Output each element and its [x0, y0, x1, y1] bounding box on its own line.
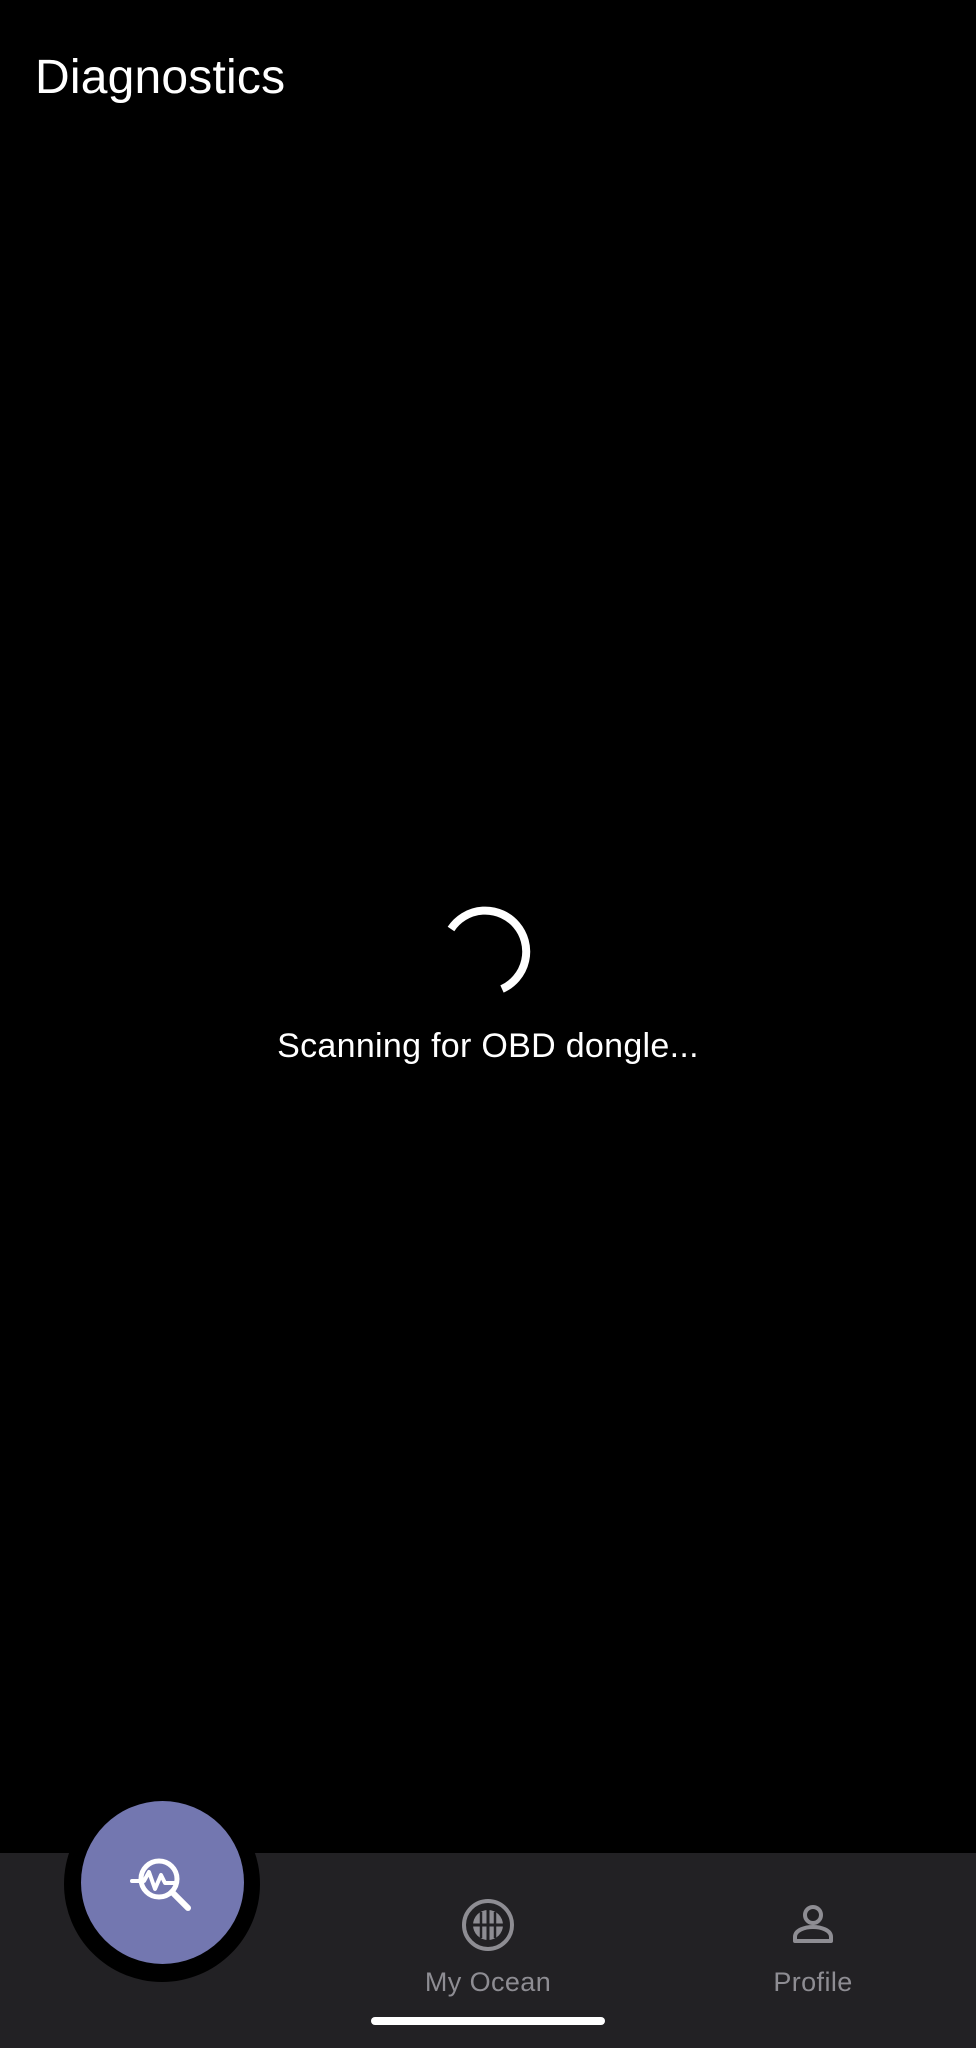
diagnostics-fab-button[interactable] [81, 1801, 244, 1964]
nav-label-profile: Profile [773, 1967, 853, 1997]
nav-label-my-ocean: My Ocean [424, 1967, 552, 1997]
person-icon [793, 1905, 833, 1943]
home-indicator[interactable] [371, 2017, 605, 2025]
scanning-indicator: Scanning for OBD dongle... [0, 905, 976, 1066]
nav-item-my-ocean[interactable]: My Ocean [388, 1895, 588, 1998]
nav-item-profile[interactable]: Profile [713, 1895, 913, 1998]
diagnostics-screen: Diagnostics Scanning for OBD dongle... M… [0, 0, 976, 2048]
ocean-globe-icon [462, 1899, 514, 1951]
page-title: Diagnostics [35, 51, 286, 104]
scanning-status-text: Scanning for OBD dongle... [277, 1027, 699, 1065]
diagnostics-search-icon [129, 1858, 191, 1911]
loading-spinner-icon [447, 906, 531, 993]
